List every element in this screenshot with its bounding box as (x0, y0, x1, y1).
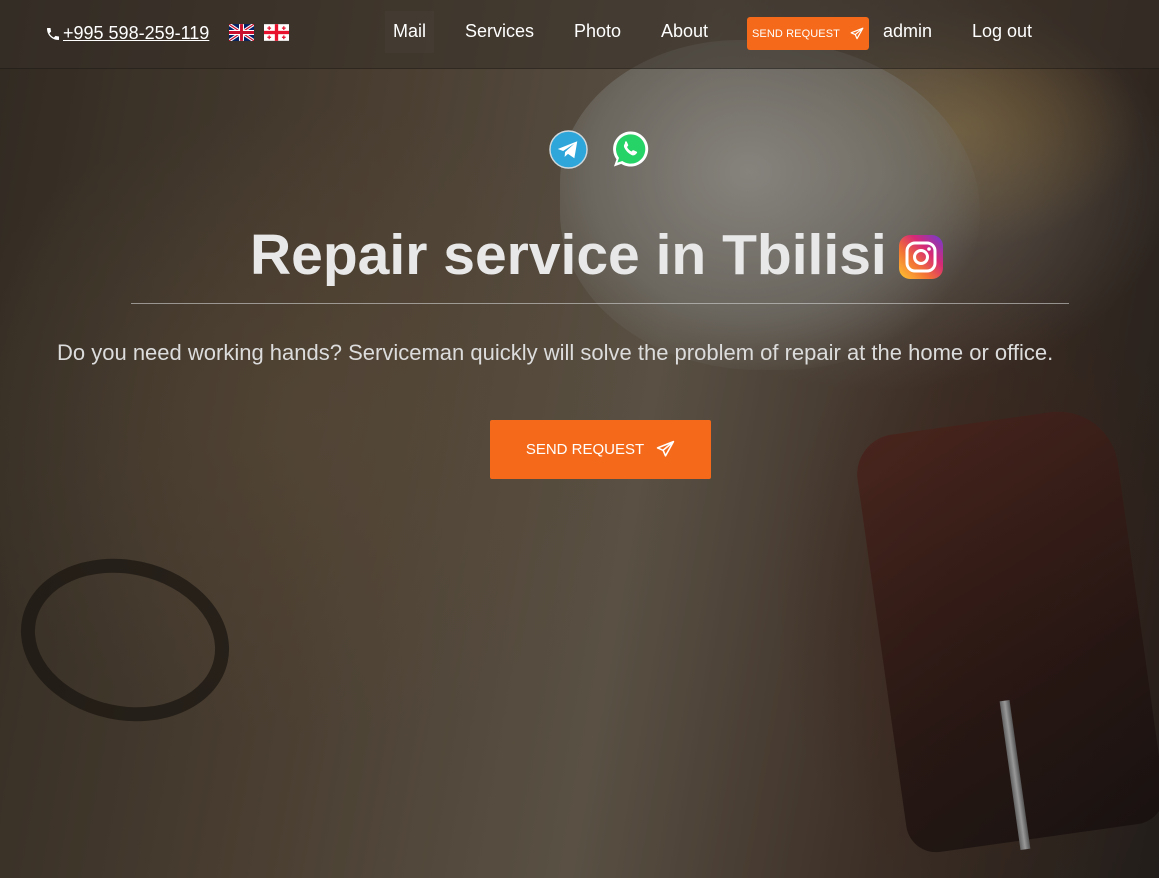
paper-plane-icon (850, 27, 864, 39)
uk-flag-icon[interactable] (229, 24, 254, 41)
send-request-label: SEND REQUEST (752, 27, 840, 40)
nav-photo[interactable]: Photo (574, 11, 621, 53)
nav-logout[interactable]: Log out (972, 11, 1032, 53)
title-divider (131, 303, 1069, 304)
phone-icon (47, 27, 59, 40)
top-navbar: +995 598-259-119 Mail Services Photo Abo… (0, 0, 1159, 69)
instagram-icon[interactable] (898, 234, 944, 280)
georgia-flag-icon[interactable] (264, 24, 289, 41)
nav-mail[interactable]: Mail (385, 11, 435, 53)
telegram-icon[interactable] (549, 130, 588, 169)
send-request-nav-button[interactable]: SEND REQUEST (747, 17, 869, 50)
phone-link[interactable]: +995 598-259-119 (45, 23, 209, 44)
paper-plane-icon (656, 440, 675, 457)
send-request-label: SEND REQUEST (525, 441, 645, 458)
nav-admin[interactable]: admin (883, 11, 932, 53)
hero-subtitle: Do you need working hands? Serviceman qu… (57, 340, 1054, 365)
phone-number: +995 598-259-119 (63, 23, 210, 43)
nav-about[interactable]: About (661, 11, 708, 53)
page-title: Repair service in Tbilisi (250, 223, 887, 287)
send-request-button[interactable]: SEND REQUEST (490, 420, 711, 479)
nav-services[interactable]: Services (465, 11, 534, 53)
whatsapp-icon[interactable] (611, 129, 650, 169)
